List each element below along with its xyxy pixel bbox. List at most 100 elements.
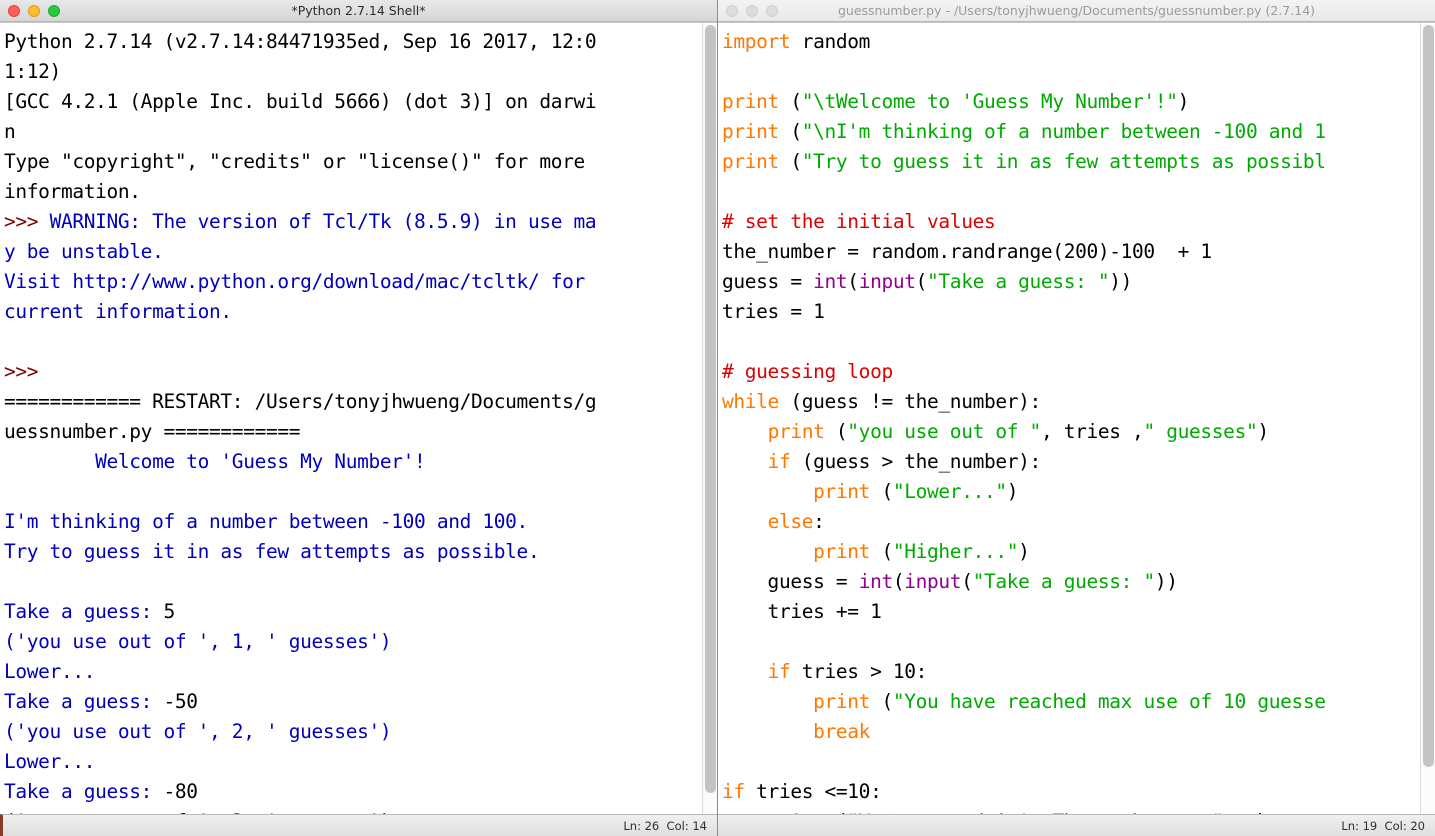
editor-vertical-scrollbar[interactable]: [1420, 23, 1435, 814]
code-token: Visit http://www.python.org/download/mac…: [4, 270, 585, 293]
code-token: (: [825, 810, 848, 814]
editor-window-title: guessnumber.py - /Users/tonyjhwueng/Docu…: [837, 2, 1316, 18]
minimize-light[interactable]: [746, 4, 758, 17]
code-token: "Higher...": [892, 540, 1019, 563]
editor-titlebar[interactable]: guessnumber.py - /Users/tonyjhwueng/Docu…: [718, 0, 1435, 22]
maximize-light[interactable]: [48, 4, 60, 17]
code-token: (guess > the_number):: [790, 450, 1042, 473]
code-token: (: [961, 570, 973, 593]
shell-status-bar: Ln: 26 Col: 14: [0, 814, 717, 836]
editor-scrollbar-thumb[interactable]: [1423, 25, 1434, 767]
code-token: "Lower...": [892, 480, 1007, 503]
code-line: 1:12): [4, 57, 717, 87]
desktop: *Python 2.7.14 Shell* Python 2.7.14 (v2.…: [0, 0, 1435, 836]
code-token: Python 2.7.14 (v2.7.14:84471935ed, Sep 1…: [4, 30, 597, 53]
close-light[interactable]: [726, 4, 738, 17]
shell-scrollbar-thumb[interactable]: [705, 25, 716, 793]
code-token: tries > 10:: [790, 660, 928, 683]
code-token: (guess != the_number):: [778, 390, 1041, 413]
shell-traffic-lights[interactable]: [0, 4, 60, 17]
code-line: guess = int(input("Take a guess: ")): [722, 567, 1435, 597]
code-line: guess = int(input("Take a guess: ")): [722, 267, 1435, 297]
minimize-light[interactable]: [28, 4, 40, 17]
code-token: guess =: [722, 270, 814, 293]
code-token: print: [813, 690, 871, 713]
code-token: # guessing loop: [722, 360, 893, 383]
close-light[interactable]: [8, 4, 20, 17]
code-token: )): [1109, 270, 1133, 293]
code-token: Lower...: [4, 660, 96, 683]
code-token: tries = 1: [722, 300, 825, 323]
code-token: " guesses": [1143, 420, 1258, 443]
code-token: (: [870, 480, 893, 503]
maximize-light[interactable]: [766, 4, 778, 17]
code-line: while (guess != the_number):: [722, 387, 1435, 417]
code-line: print ("you use out of ", tries ," guess…: [722, 417, 1435, 447]
code-line: Take a guess: -80: [4, 777, 717, 807]
code-token: current information.: [4, 300, 232, 323]
editor-traffic-lights[interactable]: [718, 4, 778, 17]
editor-source-code[interactable]: import random print ("\tWelcome to 'Guess…: [718, 23, 1435, 814]
python-editor-window[interactable]: guessnumber.py - /Users/tonyjhwueng/Docu…: [718, 0, 1435, 836]
code-line: else:: [722, 507, 1435, 537]
code-line: tries += 1: [722, 597, 1435, 627]
code-token: input: [858, 270, 916, 293]
code-line: Take a guess: 5: [4, 597, 717, 627]
code-line: print ("Try to guess it in as few attemp…: [722, 147, 1435, 177]
shell-text-area[interactable]: Python 2.7.14 (v2.7.14:84471935ed, Sep 1…: [0, 22, 717, 814]
shell-output-text[interactable]: Python 2.7.14 (v2.7.14:84471935ed, Sep 1…: [0, 23, 717, 814]
shell-titlebar[interactable]: *Python 2.7.14 Shell*: [0, 0, 717, 22]
code-line: # guessing loop: [722, 357, 1435, 387]
code-line: Python 2.7.14 (v2.7.14:84471935ed, Sep 1…: [4, 27, 717, 57]
code-token: "Take a guess: ": [927, 270, 1110, 293]
editor-text-area[interactable]: import random print ("\tWelcome to 'Guess…: [718, 22, 1435, 814]
code-token: else: [767, 510, 814, 533]
code-token: (: [892, 570, 905, 593]
code-token: :: [813, 510, 825, 533]
code-token: (: [870, 690, 893, 713]
code-line: Lower...: [4, 657, 717, 687]
code-token: tries <=10:: [744, 780, 882, 803]
shell-window-title: *Python 2.7.14 Shell*: [291, 2, 426, 18]
code-line: >>> WARNING: The version of Tcl/Tk (8.5.…: [4, 207, 717, 237]
code-line: Welcome to 'Guess My Number'!: [4, 447, 717, 477]
code-token: the_number = random.randrange(200)-100 +…: [722, 240, 1212, 263]
code-token: while: [722, 390, 779, 413]
code-line: [GCC 4.2.1 (Apple Inc. build 5666) (dot …: [4, 87, 717, 117]
python-shell-window[interactable]: *Python 2.7.14 Shell* Python 2.7.14 (v2.…: [0, 0, 718, 836]
code-line: print ("You have reached max use of 10 g…: [722, 687, 1435, 717]
code-token: ): [1018, 540, 1030, 563]
code-token: ('you use out of ', 1, ' guesses'): [4, 630, 392, 653]
code-token: "\nI'm thinking of a number between -100…: [801, 120, 1326, 143]
code-line: Take a guess: -50: [4, 687, 717, 717]
code-token: int: [858, 570, 894, 593]
code-token: "You guessed it! The number was": [847, 810, 1223, 814]
editor-status-bar: Ln: 19 Col: 20: [718, 814, 1435, 836]
code-token: -80: [163, 780, 198, 803]
shell-cursor-position: Ln: 26 Col: 14: [623, 818, 707, 833]
code-token: 5: [163, 600, 175, 623]
code-token: -50: [163, 690, 198, 713]
code-token: (: [824, 420, 848, 443]
code-line: uessnumber.py ============: [4, 417, 717, 447]
code-token: # set the initial values: [722, 210, 996, 233]
code-line: Lower...: [4, 747, 717, 777]
code-token: print: [767, 420, 825, 443]
code-line: print ("\nI'm thinking of a number betwe…: [722, 117, 1435, 147]
code-token: ('you use out of ', 3, ' guesses'): [4, 810, 392, 814]
code-line: print ("\tWelcome to 'Guess My Number'!"…: [722, 87, 1435, 117]
code-token: ('you use out of ', 2, ' guesses'): [4, 720, 392, 743]
code-token: (: [915, 270, 928, 293]
code-token: if: [767, 660, 791, 683]
code-token: >>>: [4, 360, 39, 383]
code-token: print: [813, 540, 871, 563]
code-line: tries = 1: [722, 297, 1435, 327]
code-token: Take a guess:: [4, 780, 164, 803]
shell-vertical-scrollbar[interactable]: [702, 23, 717, 814]
code-token: guess =: [722, 570, 859, 593]
code-token: "\tWelcome to 'Guess My Number'!": [801, 90, 1178, 113]
code-token: print: [768, 810, 825, 814]
